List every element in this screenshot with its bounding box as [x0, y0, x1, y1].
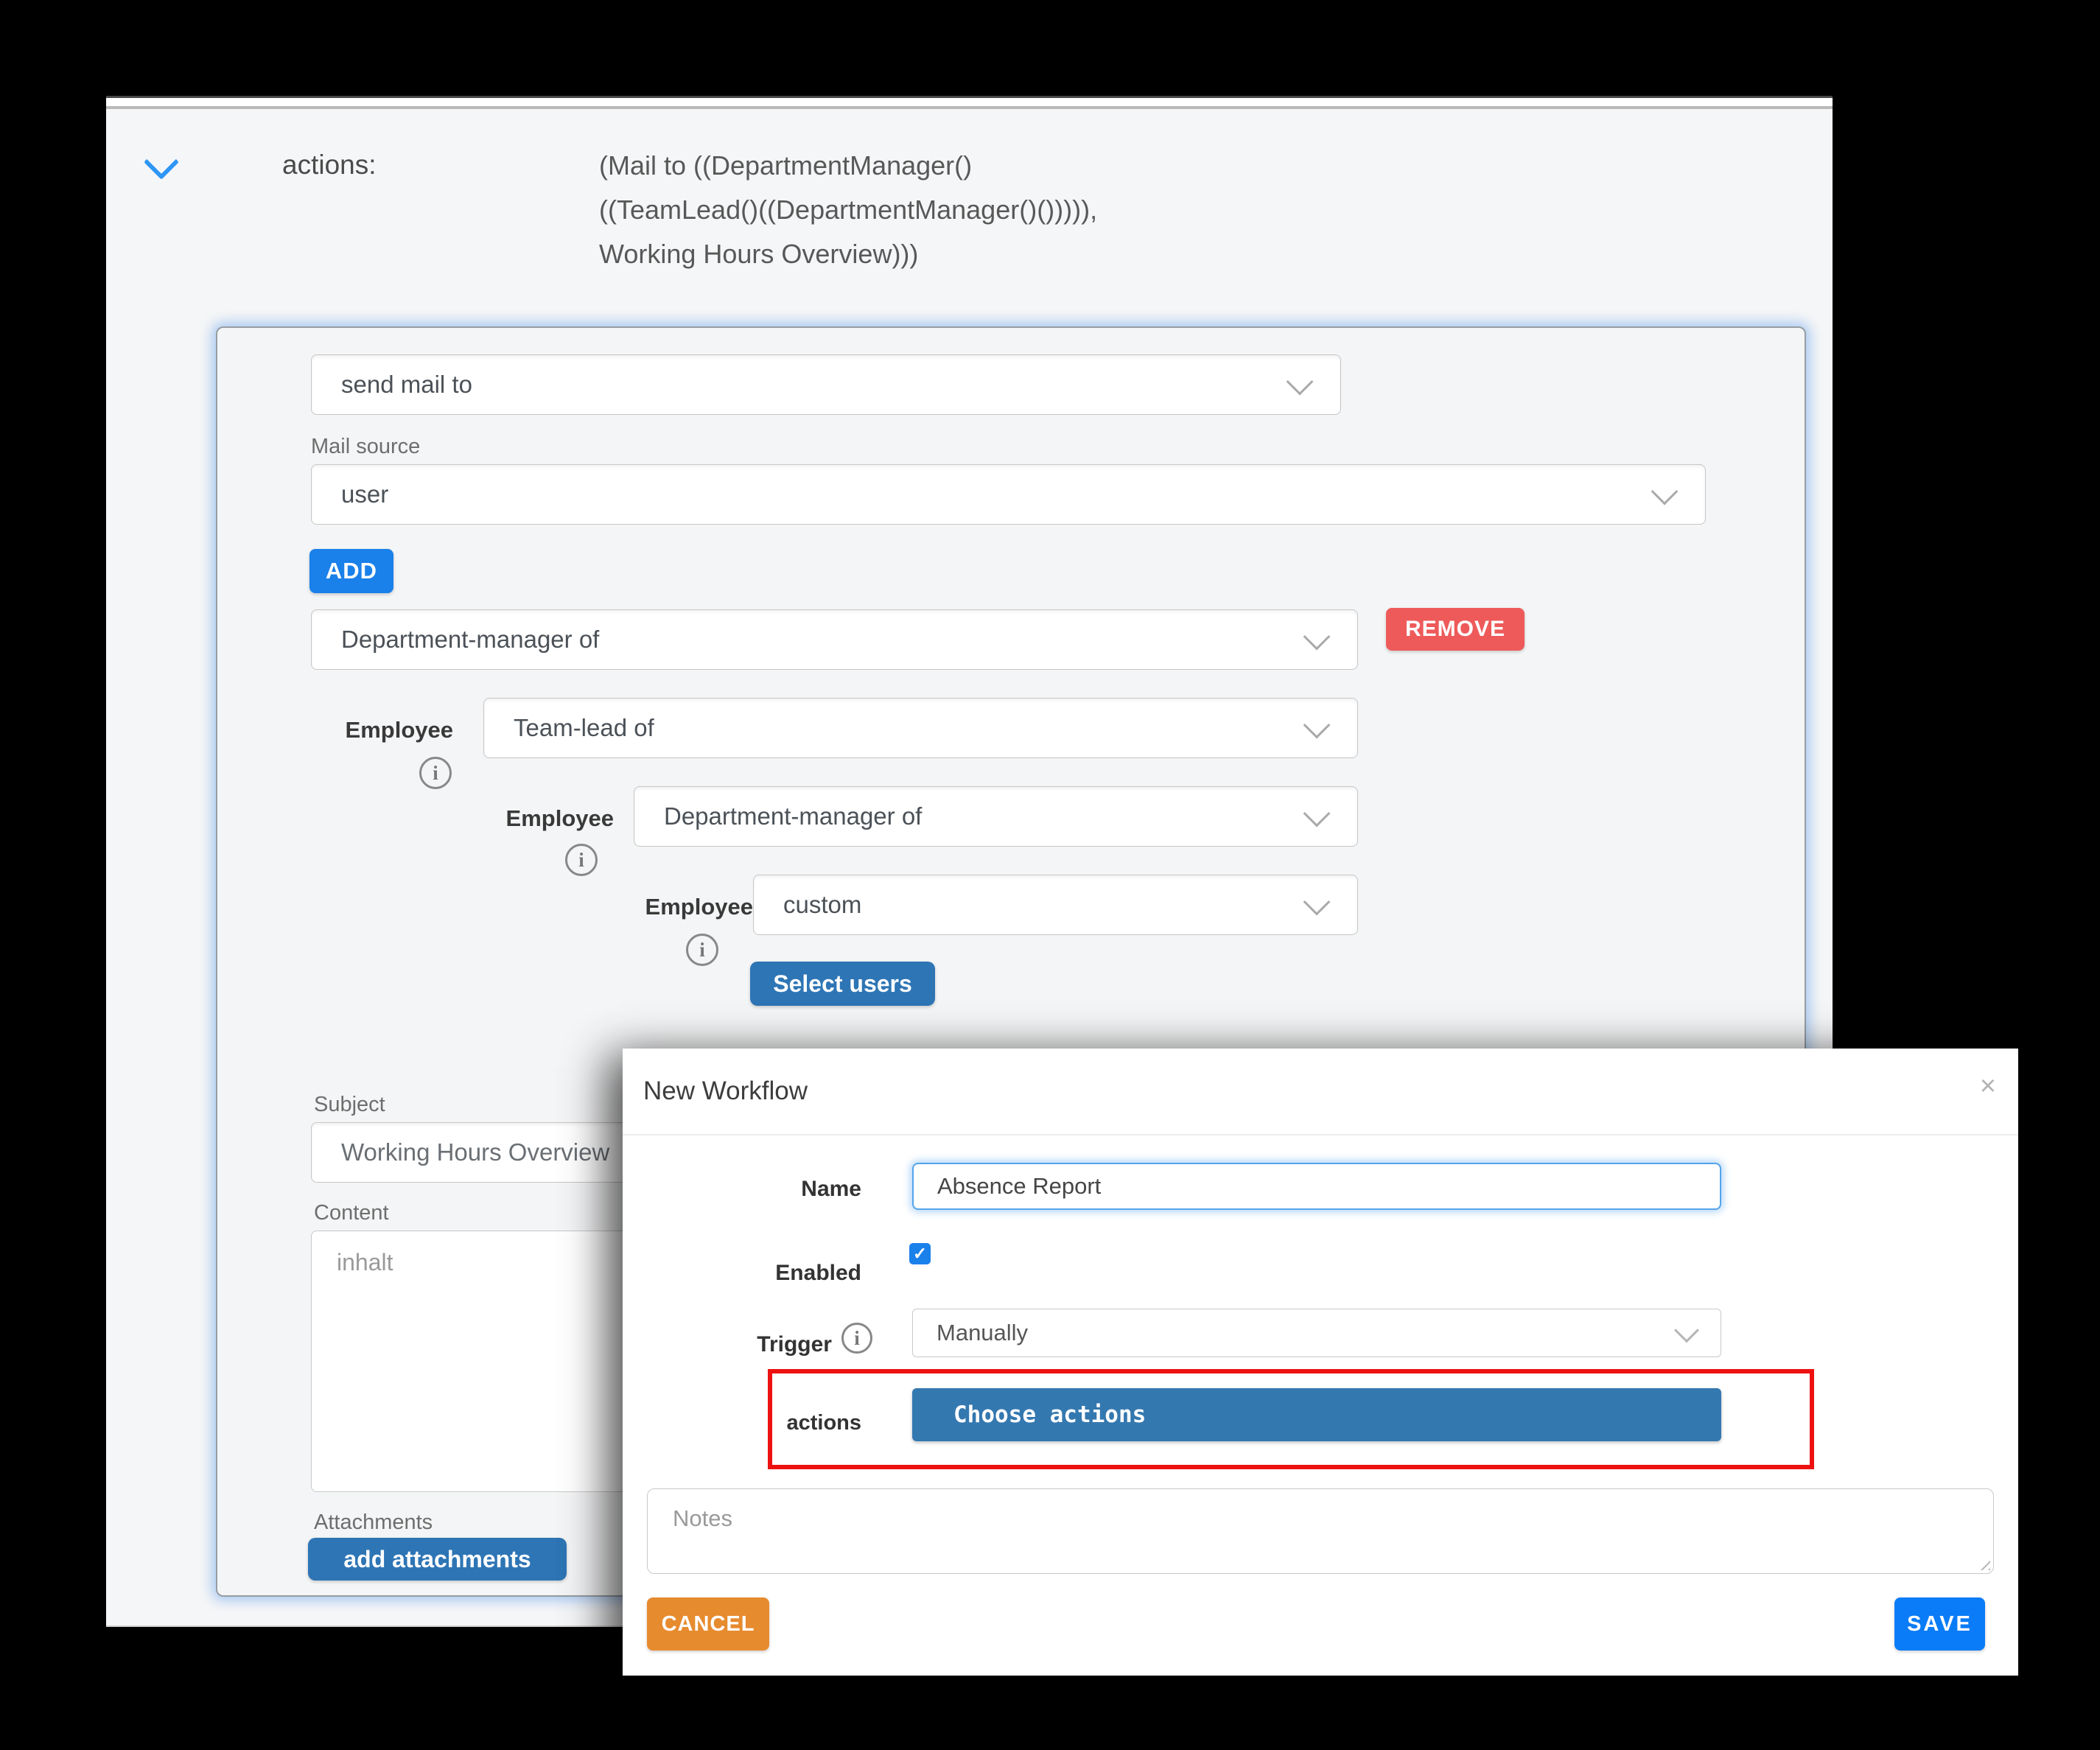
new-workflow-modal: New Workflow × Name Absence Report Enabl…: [623, 1049, 2018, 1676]
name-input[interactable]: Absence Report: [912, 1163, 1721, 1210]
mail-source-select[interactable]: user: [311, 464, 1706, 525]
notes-placeholder: Notes: [673, 1505, 732, 1531]
trigger-value: Manually: [937, 1320, 1028, 1346]
choose-actions-button[interactable]: Choose actions: [912, 1388, 1721, 1441]
expression-line: ((TeamLead()((DepartmentManager()())))),: [599, 188, 1262, 232]
info-icon[interactable]: i: [419, 757, 452, 789]
name-value: Absence Report: [937, 1173, 1101, 1200]
notes-textarea[interactable]: Notes: [647, 1488, 1994, 1574]
recipient-level1-select[interactable]: Department-manager of: [311, 609, 1358, 670]
info-icon[interactable]: i: [565, 844, 598, 876]
add-button[interactable]: ADD: [309, 549, 393, 593]
check-icon: ✓: [913, 1244, 927, 1264]
chevron-down-icon: [1287, 368, 1314, 396]
cancel-button[interactable]: CANCEL: [647, 1597, 769, 1651]
add-attachments-button[interactable]: add attachments: [308, 1538, 567, 1581]
collapse-chevron-icon[interactable]: [144, 148, 178, 182]
modal-header: New Workflow ×: [623, 1049, 2018, 1135]
info-icon[interactable]: i: [841, 1323, 872, 1354]
chevron-down-icon: [1303, 889, 1331, 916]
recipient-level3-select[interactable]: Department-manager of: [634, 786, 1358, 847]
enabled-label: Enabled: [667, 1261, 861, 1286]
content-label: Content: [314, 1201, 389, 1225]
recipient-level1-value: Department-manager of: [341, 626, 599, 654]
chevron-down-icon: [1303, 623, 1331, 651]
chevron-down-icon: [1674, 1317, 1699, 1343]
expression-line: (Mail to ((DepartmentManager(): [599, 144, 1262, 188]
employee-label-3: Employee: [629, 894, 753, 920]
mail-source-label: Mail source: [311, 435, 420, 459]
action-type-select[interactable]: send mail to: [311, 354, 1341, 415]
recipient-level2-value: Team-lead of: [514, 714, 654, 742]
info-icon[interactable]: i: [686, 934, 718, 966]
action-type-value: send mail to: [341, 371, 472, 399]
recipient-level4-value: custom: [783, 891, 861, 919]
recipient-level2-select[interactable]: Team-lead of: [483, 698, 1358, 758]
window-top-strip: [106, 98, 1833, 109]
actions-expression: (Mail to ((DepartmentManager() ((TeamLea…: [599, 144, 1262, 276]
actions-label: actions: [667, 1411, 861, 1435]
attachments-label: Attachments: [314, 1511, 433, 1535]
employee-label-2: Employee: [486, 805, 614, 832]
close-icon[interactable]: ×: [1980, 1072, 1996, 1100]
select-users-button[interactable]: Select users: [750, 962, 935, 1006]
enabled-checkbox[interactable]: ✓: [909, 1243, 931, 1264]
recipient-level4-select[interactable]: custom: [753, 875, 1358, 935]
recipient-level3-value: Department-manager of: [664, 802, 922, 830]
chevron-down-icon: [1303, 800, 1331, 827]
name-label: Name: [667, 1177, 861, 1202]
remove-button[interactable]: REMOVE: [1386, 608, 1525, 651]
expression-line: Working Hours Overview))): [599, 232, 1262, 276]
chevron-down-icon: [1303, 712, 1331, 739]
actions-row-label: actions:: [282, 150, 377, 181]
subject-label: Subject: [314, 1093, 385, 1117]
chevron-down-icon: [1651, 478, 1679, 505]
mail-source-value: user: [341, 480, 388, 508]
subject-value: Working Hours Overview: [341, 1138, 609, 1166]
content-placeholder: inhalt: [337, 1249, 393, 1275]
screenshot-stage: actions: (Mail to ((DepartmentManager() …: [0, 0, 2100, 1750]
modal-title: New Workflow: [643, 1077, 808, 1106]
trigger-select[interactable]: Manually: [912, 1309, 1721, 1357]
save-button[interactable]: SAVE: [1894, 1597, 1985, 1651]
trigger-label: Trigger: [667, 1332, 832, 1357]
employee-label-1: Employee: [326, 717, 453, 743]
